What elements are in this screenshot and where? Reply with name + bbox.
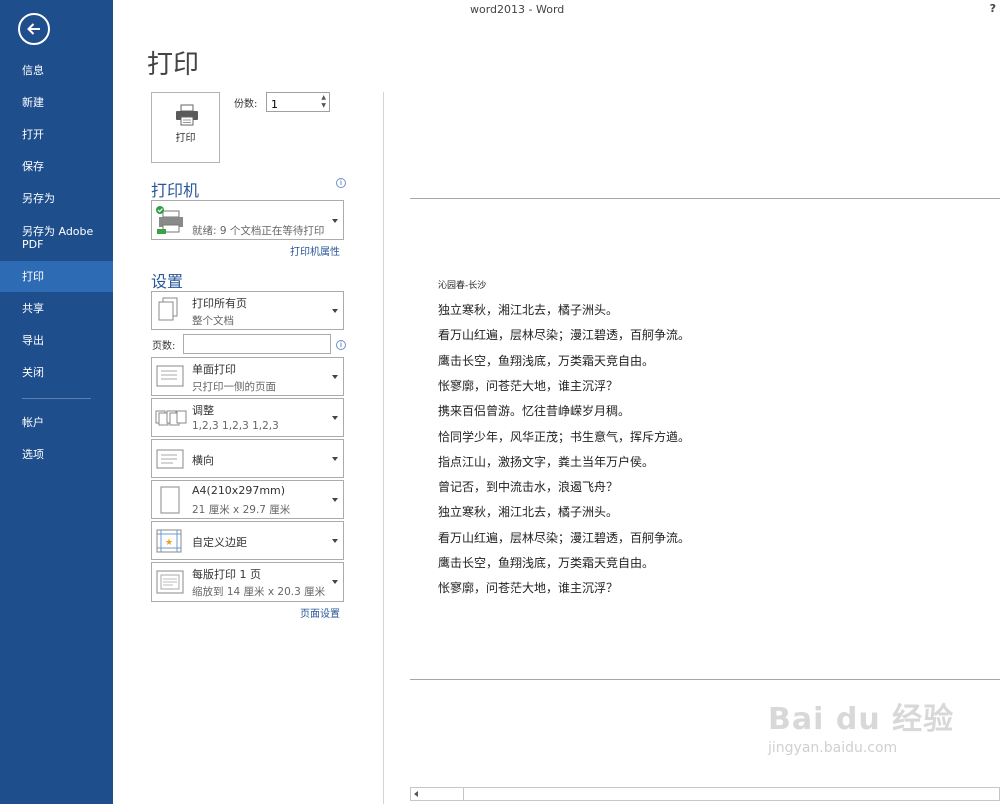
pages-per-sheet-icon <box>156 570 184 594</box>
margins-icon: ★ <box>156 529 182 553</box>
pages-per-sheet-title: 每版打印 1 页 <box>192 568 261 581</box>
document-line: 独立寒秋，湘江北去，橘子洲头。 <box>438 505 619 520</box>
print-range-title: 打印所有页 <box>192 297 247 310</box>
printer-select[interactable]: 就绪: 9 个文档正在等待打印 <box>151 200 344 240</box>
print-range-subtitle: 整个文档 <box>192 315 234 327</box>
chevron-down-icon <box>332 580 338 584</box>
pages-per-sheet-subtitle: 缩放到 14 厘米 x 20.3 厘米 <box>192 586 326 598</box>
collate-subtitle: 1,2,3 1,2,3 1,2,3 <box>192 420 279 432</box>
paper-size-select[interactable]: A4(210x297mm) 21 厘米 x 29.7 厘米 <box>151 480 344 519</box>
sidebar-item-share[interactable]: 共享 <box>0 293 113 324</box>
orientation-title: 横向 <box>192 454 214 467</box>
print-range-select[interactable]: 打印所有页 整个文档 <box>151 291 344 330</box>
document-line: 怅寥廓，问苍茫大地，谁主沉浮？ <box>438 581 619 596</box>
paper-size-icon <box>160 486 180 514</box>
pages-icon <box>158 297 178 321</box>
page-setup-link[interactable]: 页面设置 <box>300 605 340 620</box>
sidebar-item-options[interactable]: 选项 <box>0 439 113 470</box>
sides-select[interactable]: 单面打印 只打印一侧的页面 <box>151 357 344 396</box>
document-line: 鹰击长空，鱼翔浅底，万类霜天竞自由。 <box>438 556 655 570</box>
margins-select[interactable]: ★ 自定义边距 <box>151 521 344 560</box>
document-line: 曾记否，到中流击水，浪遏飞舟？ <box>438 480 619 495</box>
window-title: word2013 - Word <box>470 3 565 16</box>
chevron-down-icon <box>332 219 338 223</box>
sidebar-item-save[interactable]: 保存 <box>0 151 113 182</box>
paper-size-title: A4(210x297mm) <box>192 484 286 497</box>
collate-icon <box>155 410 187 426</box>
chevron-down-icon <box>332 416 338 420</box>
print-button-label: 打印 <box>175 133 196 144</box>
document-line: 鹰击长空，鱼翔浅底，万类霜天竞自由。 <box>438 353 655 368</box>
info-icon[interactable]: i <box>336 178 346 188</box>
document-line: 恰同学少年，风华正茂；书生意气，挥斥方遒。 <box>438 429 691 444</box>
one-sided-icon <box>156 365 184 387</box>
orientation-select[interactable]: 横向 <box>151 439 344 478</box>
document-line: 看万山红遍，层林尽染；漫江碧透，百舸争流。 <box>438 530 691 545</box>
horizontal-scrollbar[interactable] <box>410 787 1000 801</box>
spin-down-icon[interactable]: ▼ <box>321 102 326 109</box>
panel-divider <box>383 92 384 804</box>
printer-icon <box>176 104 198 126</box>
document-line: 独立寒秋，湘江北去，橘子洲头。 <box>438 303 619 317</box>
pages-label: 页数: <box>152 341 176 352</box>
chevron-down-icon <box>332 498 338 502</box>
preview-page-bottom-edge <box>410 679 1000 680</box>
pages-input[interactable] <box>184 338 330 356</box>
printer-section-title: 打印机 <box>151 181 200 200</box>
sidebar-item-account[interactable]: 帐户 <box>0 407 113 438</box>
backstage-sidebar: 信息 新建 打开 保存 另存为 另存为 Adobe PDF 打印 共享 导出 关… <box>0 0 113 804</box>
scrollbar-divider <box>463 788 464 800</box>
sidebar-item-print[interactable]: 打印 <box>0 261 113 292</box>
sidebar-item-open[interactable]: 打开 <box>0 119 113 150</box>
document-line: 携来百侣曾游。忆往昔峥嵘岁月稠。 <box>438 404 631 419</box>
word-print-backstage: 信息 新建 打开 保存 另存为 另存为 Adobe PDF 打印 共享 导出 关… <box>0 0 1000 804</box>
back-arrow-icon <box>27 23 40 35</box>
orientation-icon <box>156 449 184 469</box>
svg-text:★: ★ <box>165 538 173 548</box>
document-line: 指点江山，激扬文字，粪土当年万户侯。 <box>438 454 655 469</box>
baidu-watermark: Bai du 经验 jingyan.baidu.com <box>768 694 954 756</box>
pages-per-sheet-select[interactable]: 每版打印 1 页 缩放到 14 厘米 x 20.3 厘米 <box>151 562 344 602</box>
copies-stepper[interactable]: ▲ ▼ <box>266 92 330 114</box>
settings-section-title: 设置 <box>151 272 184 291</box>
copies-input[interactable] <box>267 95 315 114</box>
chevron-down-icon <box>332 375 338 379</box>
paper-size-subtitle: 21 厘米 x 29.7 厘米 <box>192 504 291 516</box>
sidebar-item-export[interactable]: 导出 <box>0 325 113 356</box>
watermark-url: jingyan.baidu.com <box>768 740 898 756</box>
printer-ready-icon <box>156 206 183 234</box>
sidebar-item-save-as-pdf[interactable]: 另存为 Adobe PDF <box>0 222 100 256</box>
scroll-left-icon[interactable] <box>414 791 418 797</box>
chevron-down-icon <box>332 539 338 543</box>
back-button[interactable] <box>18 13 50 45</box>
preview-page-top-edge <box>410 198 1000 199</box>
printer-properties-link[interactable]: 打印机属性 <box>290 243 340 258</box>
sides-title: 单面打印 <box>192 363 236 376</box>
spin-up-icon[interactable]: ▲ <box>321 94 326 101</box>
pages-field[interactable] <box>183 334 331 356</box>
sidebar-item-new[interactable]: 新建 <box>0 87 113 118</box>
document-line: 怅寥廓，问苍茫大地，谁主沉浮？ <box>438 378 619 393</box>
collate-title: 调整 <box>192 404 214 417</box>
sides-subtitle: 只打印一侧的页面 <box>192 381 276 393</box>
printer-status: 就绪: 9 个文档正在等待打印 <box>192 225 325 237</box>
info-icon[interactable]: i <box>336 340 346 350</box>
print-button[interactable]: 打印 <box>151 92 220 163</box>
document-line: 看万山红遍，层林尽染；漫江碧透，百舸争流。 <box>438 328 691 343</box>
sidebar-item-info[interactable]: 信息 <box>0 55 113 86</box>
document-title: 沁园春-长沙 <box>438 281 487 291</box>
copies-label: 份数: <box>234 99 258 110</box>
help-button[interactable]: ? <box>990 2 996 15</box>
page-title: 打印 <box>147 50 200 80</box>
sidebar-divider <box>22 398 91 399</box>
sidebar-item-close[interactable]: 关闭 <box>0 357 113 388</box>
chevron-down-icon <box>332 457 338 461</box>
sidebar-item-save-as[interactable]: 另存为 <box>0 183 113 214</box>
chevron-down-icon <box>332 309 338 313</box>
margins-title: 自定义边距 <box>192 536 247 549</box>
collate-select[interactable]: 调整 1,2,3 1,2,3 1,2,3 <box>151 398 344 437</box>
watermark-brand: Bai du 经验 <box>768 702 955 737</box>
